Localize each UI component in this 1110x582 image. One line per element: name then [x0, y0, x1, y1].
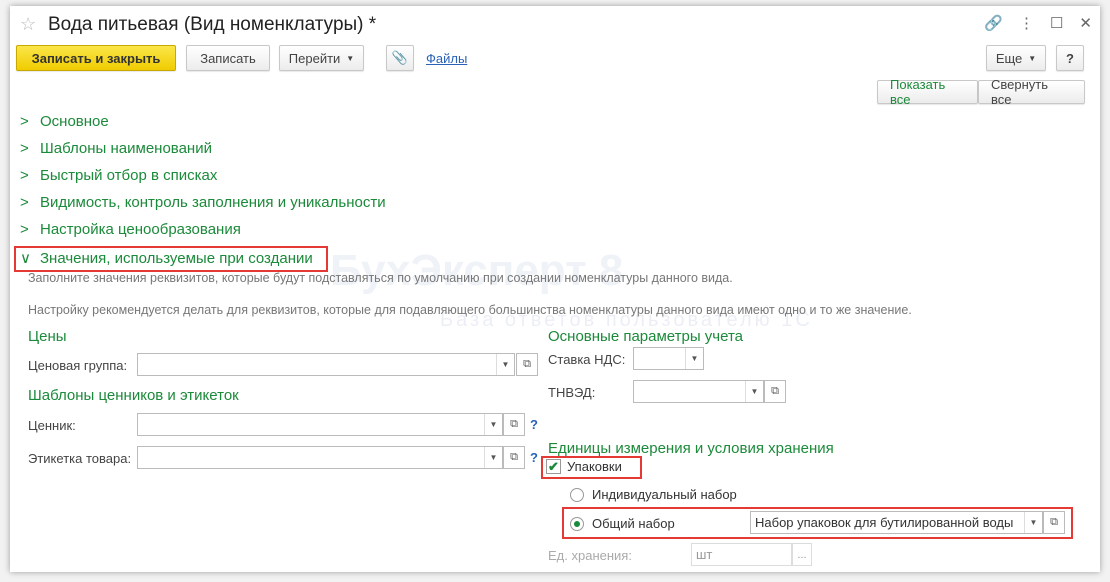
vat-input[interactable]: ▼ [633, 347, 704, 370]
help-question-icon[interactable]: ? [530, 450, 538, 465]
open-icon[interactable]: ⧉ [516, 353, 538, 376]
chevron-right-icon: > [20, 221, 29, 238]
chevron-right-icon: > [20, 140, 29, 157]
more-label: Еще [995, 50, 1023, 66]
section-label: Настройка ценообразования [40, 221, 241, 238]
window-controls: 🔗 ⋮ ☐ ✕ [984, 14, 1092, 32]
form-title: Вода питьевая (Вид номенклатуры) * [48, 14, 377, 35]
section-quick-filter[interactable]: > Быстрый отбор в списках [20, 167, 217, 184]
form-window: ☆ Вода питьевая (Вид номенклатуры) * 🔗 ⋮… [10, 6, 1100, 572]
price-group-label: Ценовая группа: [28, 358, 128, 373]
price-tag-label: Ценник: [28, 418, 76, 433]
dropdown-icon[interactable]: ▼ [484, 414, 502, 435]
chevron-down-icon: ▼ [1028, 53, 1037, 63]
save-and-close-button[interactable]: Записать и закрыть [16, 45, 176, 71]
maximize-icon[interactable]: ☐ [1050, 14, 1063, 32]
open-icon[interactable]: ⧉ [503, 413, 525, 436]
section-visibility[interactable]: > Видимость, контроль заполнения и уникал… [20, 194, 386, 211]
show-all-button[interactable]: Показать все [877, 77, 978, 107]
storage-unit-label: Ед. хранения: [548, 548, 632, 563]
storage-unit-value: шт [696, 547, 713, 562]
more-menu-icon[interactable]: ⋮ [1019, 14, 1034, 32]
product-label-input[interactable]: ▼ [137, 446, 503, 469]
attach-button[interactable]: 📎 [386, 45, 414, 71]
price-group-input[interactable]: ▼ [137, 353, 515, 376]
chevron-down-icon: ▼ [346, 53, 355, 63]
group-units-title: Единицы измерения и условия хранения [548, 440, 834, 457]
hint-text: Настройку рекомендуется делать для рекви… [28, 303, 912, 317]
vat-label: Ставка НДС: [548, 352, 626, 367]
product-label-label: Этикетка товара: [28, 451, 132, 466]
section-main[interactable]: > Основное [20, 113, 109, 130]
dropdown-icon[interactable]: ▼ [496, 354, 514, 375]
highlight-box [562, 507, 1073, 539]
section-label: Шаблоны наименований [40, 140, 212, 157]
help-question-icon[interactable]: ? [530, 417, 538, 432]
chevron-right-icon: > [20, 167, 29, 184]
help-button[interactable]: ? [1056, 45, 1084, 71]
dropdown-icon[interactable]: ▼ [745, 381, 763, 402]
section-label: Видимость, контроль заполнения и уникаль… [40, 194, 386, 211]
storage-unit-input[interactable]: шт [691, 543, 792, 566]
section-name-templates[interactable]: > Шаблоны наименований [20, 140, 212, 157]
goto-button[interactable]: Перейти ▼ [279, 45, 364, 71]
hint-text: Заполните значения реквизитов, которые б… [28, 271, 733, 285]
radio-icon [570, 487, 584, 502]
group-templates-title: Шаблоны ценников и этикеток [28, 387, 239, 404]
group-prices-title: Цены [28, 328, 67, 345]
open-icon[interactable]: ⧉ [764, 380, 786, 403]
collapse-all-button[interactable]: Свернуть все [978, 77, 1085, 107]
tnved-label: ТНВЭД: [548, 385, 596, 400]
highlight-box [14, 246, 328, 272]
group-accounting-title: Основные параметры учета [548, 328, 744, 345]
individual-set-label: Индивидуальный набор [592, 487, 737, 502]
individual-set-radio[interactable]: Индивидуальный набор [570, 487, 737, 502]
section-label: Быстрый отбор в списках [40, 167, 218, 184]
dropdown-icon[interactable]: ▼ [484, 447, 502, 468]
link-icon[interactable]: 🔗 [984, 14, 1003, 32]
goto-label: Перейти [288, 50, 341, 66]
section-pricing[interactable]: > Настройка ценообразования [20, 221, 241, 238]
highlight-box [541, 456, 642, 479]
close-icon[interactable]: ✕ [1079, 14, 1092, 32]
files-link[interactable]: Файлы [426, 51, 467, 66]
dropdown-icon[interactable]: ▼ [685, 348, 703, 369]
favorite-star-icon[interactable]: ☆ [20, 14, 36, 35]
select-button[interactable]: ... [792, 543, 812, 566]
save-button[interactable]: Записать [186, 45, 270, 71]
price-tag-input[interactable]: ▼ [137, 413, 503, 436]
open-icon[interactable]: ⧉ [503, 446, 525, 469]
chevron-right-icon: > [20, 194, 29, 211]
tnved-input[interactable]: ▼ [633, 380, 764, 403]
section-label: Основное [40, 113, 109, 130]
chevron-right-icon: > [20, 113, 29, 130]
more-button[interactable]: Еще ▼ [986, 45, 1046, 71]
paperclip-icon: 📎 [391, 50, 409, 65]
